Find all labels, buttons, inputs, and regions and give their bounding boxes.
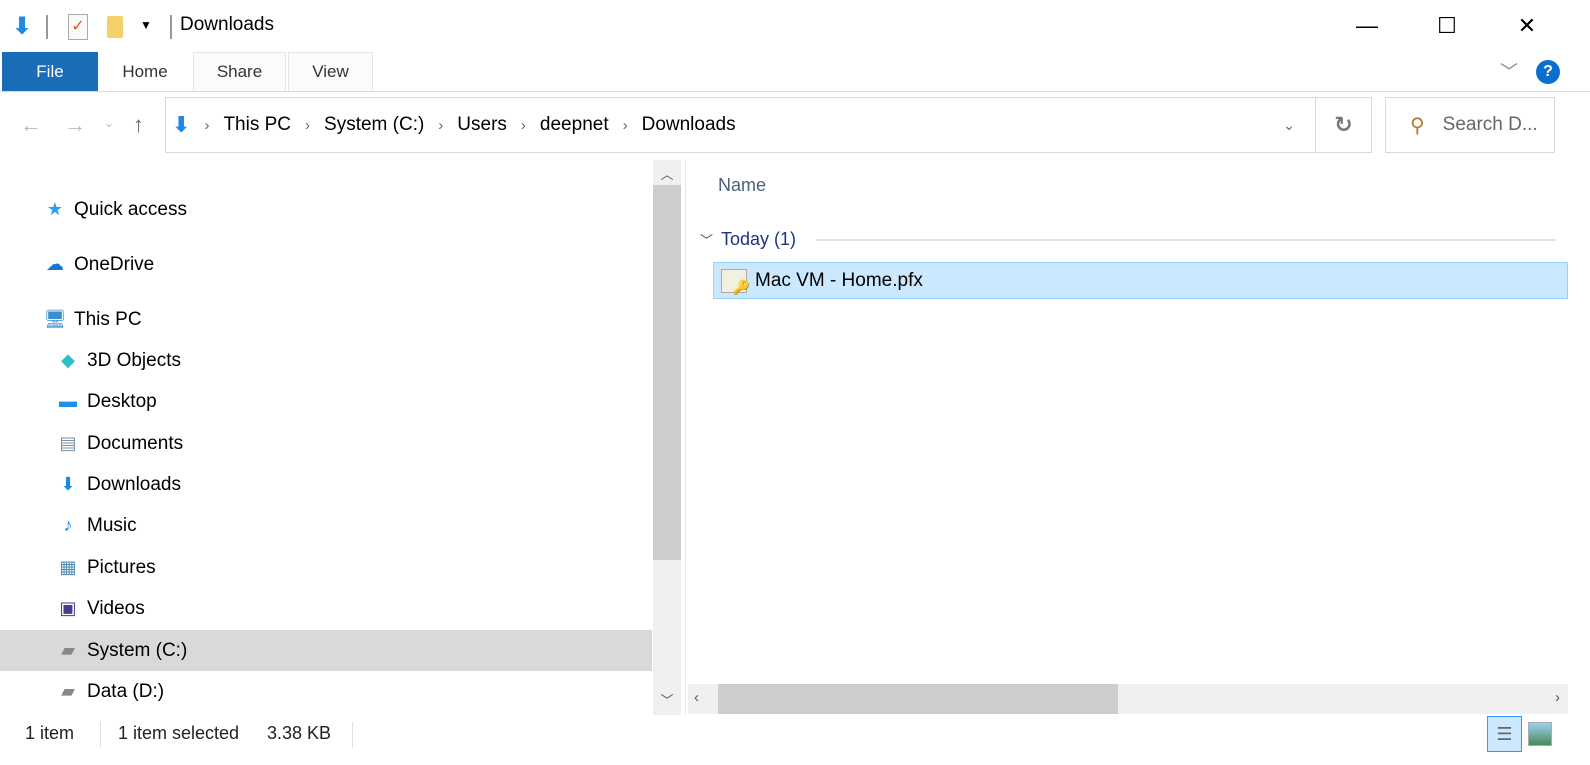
nav-item-label: Documents [87, 432, 184, 454]
ribbon-divider [0, 91, 1590, 92]
breadcrumb-system-c[interactable]: System (C:) [324, 114, 424, 136]
nav-item-system-c[interactable]: ▰ System (C:) [0, 630, 652, 671]
nav-item-label: Pictures [87, 556, 156, 578]
chevron-right-icon[interactable]: › [623, 117, 628, 134]
nav-item-label: This PC [74, 308, 142, 330]
scrollbar-thumb[interactable] [653, 185, 681, 560]
refresh-button[interactable]: ↻ [1315, 98, 1371, 152]
scroll-up-icon[interactable]: ︿ [653, 164, 681, 183]
customize-toolbar-icon[interactable]: ▼ [140, 18, 152, 32]
downloads-location-icon: ⬇ [172, 112, 191, 137]
minimize-button[interactable]: — [1327, 0, 1407, 52]
nav-item-pictures[interactable]: ▦ Pictures [0, 547, 652, 588]
nav-item-onedrive[interactable]: ☁ OneDrive [0, 244, 652, 285]
nav-item-label: Downloads [87, 473, 181, 495]
tab-share[interactable]: Share [193, 52, 286, 91]
address-dropdown-icon[interactable]: ⌄ [1263, 117, 1315, 134]
chevron-right-icon[interactable]: › [305, 117, 310, 134]
nav-item-quick-access[interactable]: ★ Quick access [0, 189, 652, 230]
cube-icon: ◆ [61, 350, 75, 370]
nav-item-label: Music [87, 514, 137, 536]
file-row[interactable]: 🔑 Mac VM - Home.pfx [713, 262, 1568, 299]
scrollbar-thumb[interactable] [718, 684, 1118, 714]
quick-access-downloads-icon[interactable]: ⬇ [12, 12, 32, 41]
divider [46, 15, 48, 39]
scroll-right-icon[interactable]: › [1555, 689, 1560, 706]
group-divider [816, 239, 1556, 241]
status-selected: 1 item selected [118, 723, 240, 743]
nav-item-this-pc[interactable]: 🖥 This PC [0, 299, 652, 340]
status-size: 3.38 KB [267, 723, 332, 743]
search-placeholder: Search D... [1442, 114, 1538, 135]
divider [170, 15, 172, 39]
maximize-button[interactable]: ☐ [1407, 0, 1487, 52]
chevron-right-icon[interactable]: › [438, 117, 443, 134]
breadcrumb-this-pc[interactable]: This PC [223, 114, 291, 136]
tab-view[interactable]: View [288, 52, 373, 91]
cloud-icon: ☁ [46, 254, 64, 274]
nav-item-videos[interactable]: ▣ Videos [0, 588, 652, 629]
address-bar[interactable]: ⬇ › This PC › System (C:) › Users › deep… [165, 97, 1372, 153]
chevron-right-icon[interactable]: › [204, 117, 209, 134]
breadcrumb-users[interactable]: Users [457, 114, 507, 136]
horizontal-scrollbar[interactable]: ‹ › [688, 684, 1568, 714]
nav-item-label: System (C:) [87, 639, 188, 661]
nav-item-documents[interactable]: ▤ Documents [0, 423, 652, 464]
scroll-down-icon[interactable]: ﹀ [653, 690, 681, 709]
nav-item-label: 3D Objects [87, 349, 181, 371]
drive-icon: ▰ [61, 681, 75, 701]
new-folder-icon[interactable] [107, 16, 123, 38]
column-header-name[interactable]: Name [718, 175, 766, 196]
chevron-right-icon[interactable]: › [521, 117, 526, 134]
nav-vertical-scrollbar[interactable]: ︿ ﹀ [653, 160, 681, 715]
nav-item-data-d[interactable]: ▰ Data (D:) [0, 671, 652, 712]
videos-icon: ▣ [59, 598, 77, 618]
tab-home[interactable]: Home [98, 52, 192, 91]
document-icon: ▤ [59, 433, 77, 453]
scroll-left-icon[interactable]: ‹ [694, 689, 699, 706]
help-button[interactable]: ? [1536, 60, 1560, 84]
large-icons-view-button[interactable] [1528, 722, 1552, 746]
computer-icon: 🖥 [43, 309, 67, 329]
expand-ribbon-icon[interactable]: ﹀ [1500, 58, 1518, 84]
close-button[interactable]: ✕ [1487, 0, 1567, 52]
search-input[interactable]: ⚲ Search D... [1385, 97, 1555, 153]
nav-item-label: Data (D:) [87, 680, 165, 702]
star-icon: ★ [46, 199, 64, 219]
back-button[interactable]: ← [20, 112, 42, 138]
desktop-icon: ▬ [59, 391, 77, 411]
pictures-icon: ▦ [59, 557, 77, 577]
certificate-icon: 🔑 [721, 268, 750, 295]
search-icon: ⚲ [1410, 114, 1425, 137]
nav-item-label: Videos [87, 597, 145, 619]
nav-item-desktop[interactable]: ▬ Desktop [0, 381, 652, 422]
nav-item-label: OneDrive [74, 253, 155, 275]
group-header-today[interactable]: Today (1) [721, 229, 796, 250]
nav-item-downloads[interactable]: ⬇ Downloads [0, 464, 652, 505]
nav-item-label: Desktop [87, 390, 157, 412]
nav-item-3d-objects[interactable]: ◆ 3D Objects [0, 340, 652, 381]
properties-icon[interactable]: ✓ [68, 14, 88, 40]
collapse-group-icon[interactable]: ﹀ [700, 230, 713, 249]
pane-divider [685, 160, 686, 715]
details-view-button[interactable]: ☰ [1487, 716, 1522, 752]
recent-locations-button[interactable]: ⌄ [104, 116, 114, 130]
drive-icon: ▰ [61, 640, 75, 660]
file-name: Mac VM - Home.pfx [755, 269, 923, 291]
forward-button[interactable]: → [64, 112, 86, 138]
tab-file[interactable]: File [2, 52, 98, 91]
status-item-count: 1 item [25, 723, 75, 743]
breadcrumb-deepnet[interactable]: deepnet [540, 114, 609, 136]
download-icon: ⬇ [60, 474, 76, 494]
divider [100, 722, 101, 748]
divider [352, 722, 353, 748]
nav-item-music[interactable]: ♪ Music [0, 505, 652, 546]
window-title: Downloads [180, 14, 274, 35]
breadcrumb-downloads[interactable]: Downloads [642, 114, 736, 136]
nav-item-label: Quick access [74, 198, 187, 220]
music-icon: ♪ [63, 515, 73, 535]
up-button[interactable]: ↑ [133, 112, 144, 138]
